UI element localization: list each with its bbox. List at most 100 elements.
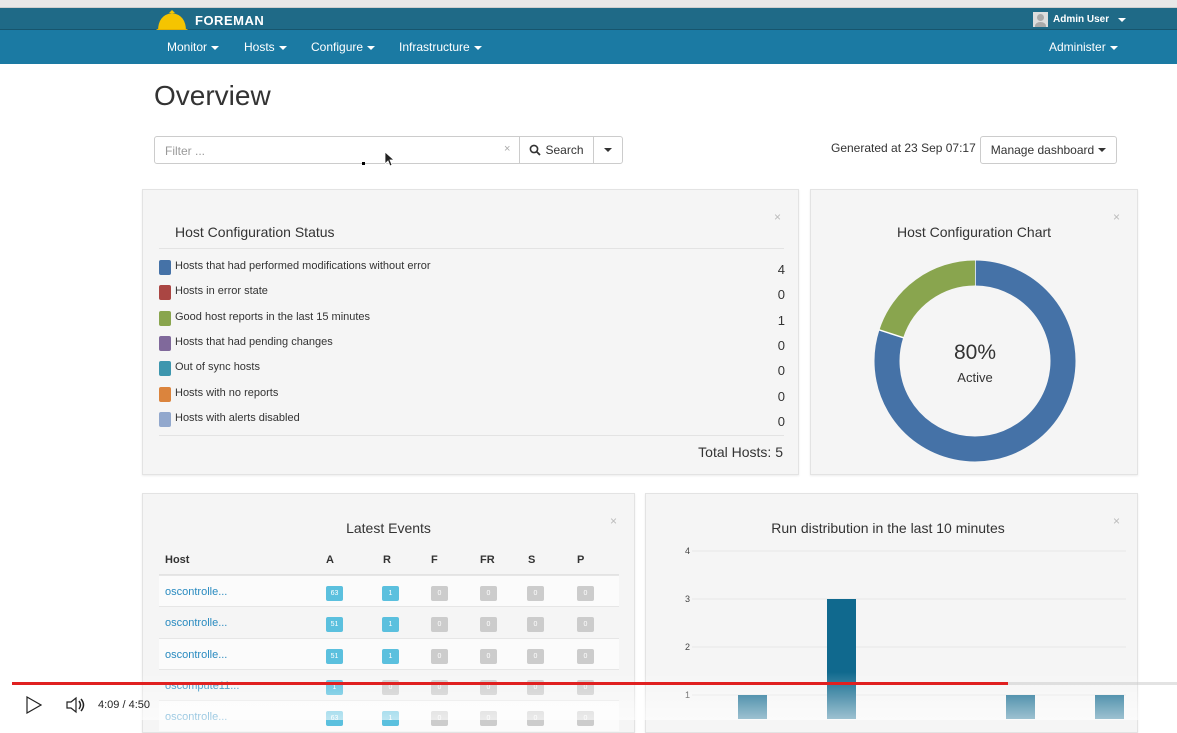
play-icon[interactable] [26,696,42,714]
nav-infrastructure[interactable]: Infrastructure [399,40,482,54]
donut-label: Active [957,370,992,385]
event-count-badge: 0 [480,648,497,664]
user-menu[interactable]: Admin User [1033,12,1127,27]
status-value: 0 [777,388,785,404]
total-hosts: Total Hosts: 5 [698,444,783,460]
event-count-badge: 0 [431,648,448,664]
y-tick-label: 2 [685,642,690,652]
events-column-header[interactable]: F [431,554,438,566]
legend-swatch [159,361,171,377]
event-count-badge: 0 [431,617,448,633]
status-label: Hosts that had pending changes [175,335,333,348]
event-count-badge: 0 [577,617,594,633]
search-options-button[interactable] [593,136,623,164]
donut-chart: 80% Active [874,260,1076,462]
search-button[interactable]: Search [519,136,594,164]
avatar [1033,12,1048,27]
mouse-pointer-icon [385,152,395,167]
event-count-badge: 0 [480,617,497,633]
volume-icon[interactable] [66,696,86,714]
events-column-header[interactable]: P [577,554,584,566]
status-label: Hosts in error state [175,285,268,298]
host-link[interactable]: oscontrolle... [165,617,227,629]
chevron-down-icon [604,148,612,152]
event-count-badge: 0 [431,586,448,601]
table-row: oscontrolle... 51 1 0 0 0 0 [159,637,619,669]
nav-monitor[interactable]: Monitor [167,40,220,54]
chevron-down-icon [367,45,376,50]
legend-swatch [159,335,171,351]
event-count-badge: 1 [382,586,399,601]
event-count-badge: 0 [480,586,497,601]
divider [159,248,784,249]
events-column-header[interactable]: Host [165,554,189,566]
status-value: 0 [777,337,785,353]
text-cursor-mark [362,162,365,165]
status-row[interactable]: Hosts with alerts disabled 0 [159,410,785,434]
host-link[interactable]: oscontrolle... [165,649,227,661]
manage-dashboard-button[interactable]: Manage dashboard [980,136,1117,164]
host-link[interactable]: oscontrolle... [165,586,227,598]
y-tick-label: 3 [685,594,690,604]
close-icon[interactable]: × [774,210,781,224]
legend-swatch [159,386,171,402]
status-label: Hosts with no reports [175,386,279,399]
event-count-badge: 1 [382,617,399,633]
event-count-badge: 0 [577,648,594,664]
donut-percent: 80% [954,341,996,364]
top-bar: FOREMAN Admin User [0,8,1177,34]
nav-hosts-label: Hosts [244,40,275,54]
status-value: 1 [777,312,785,328]
event-count-badge: 0 [527,648,544,664]
event-count-badge: 63 [326,586,343,601]
table-row: oscontrolle... 63 1 0 0 0 0 [159,575,619,606]
chevron-down-icon [473,45,482,50]
legend-swatch [159,285,171,301]
event-count-badge: 51 [326,648,343,664]
legend-swatch [159,310,171,326]
browser-strip [0,0,1177,8]
event-count-badge: 0 [577,586,594,601]
event-count-badge: 1 [382,648,399,664]
brand-name[interactable]: FOREMAN [195,13,264,28]
events-column-header[interactable]: R [383,554,391,566]
video-time: 4:09 / 4:50 [98,699,150,711]
status-row[interactable]: Out of sync hosts 0 [159,359,785,383]
player-controls: 4:09 / 4:50 [0,690,1177,720]
nav-hosts[interactable]: Hosts [244,40,287,54]
nav-infrastructure-label: Infrastructure [399,40,470,54]
manage-dashboard-label: Manage dashboard [990,143,1095,157]
events-column-header[interactable]: A [326,554,334,566]
close-icon[interactable]: × [1113,210,1120,224]
chevron-down-icon [1118,17,1127,22]
status-row[interactable]: Hosts that had performed modifications w… [159,258,785,282]
search-input[interactable]: Filter ... [154,136,520,164]
status-value: 0 [777,287,785,303]
main-navigation: Monitor Hosts Configure Infrastructure A… [0,30,1177,64]
status-row[interactable]: Hosts in error state 0 [159,283,785,307]
status-row[interactable]: Hosts with no reports 0 [159,385,785,409]
status-value: 0 [777,363,785,379]
donut-slice[interactable] [879,260,976,339]
status-label: Hosts with alerts disabled [175,411,300,424]
events-column-header[interactable]: FR [480,554,495,566]
nav-administer[interactable]: Administer [1049,40,1118,54]
host-configuration-status-widget: × Host Configuration Status Hosts that h… [142,189,799,475]
chevron-down-icon [211,45,220,50]
event-count-badge: 0 [527,617,544,633]
y-tick-label: 4 [685,546,690,556]
clear-filter-icon[interactable]: × [504,143,510,155]
widget-title: Latest Events [346,520,431,536]
status-label: Out of sync hosts [175,361,260,374]
host-configuration-chart-widget: × Host Configuration Chart 80% Active [810,189,1138,475]
video-progress-fill [12,682,1009,685]
generated-timestamp: Generated at 23 Sep 07:17 [831,141,976,155]
page-title: Overview [154,80,271,111]
status-row[interactable]: Hosts that had pending changes 0 [159,334,785,358]
status-label: Good host reports in the last 15 minutes [175,310,371,323]
status-row[interactable]: Good host reports in the last 15 minutes… [159,309,785,333]
nav-configure[interactable]: Configure [311,40,376,54]
legend-swatch [159,411,171,427]
chevron-down-icon [1098,148,1107,152]
events-column-header[interactable]: S [528,554,535,566]
